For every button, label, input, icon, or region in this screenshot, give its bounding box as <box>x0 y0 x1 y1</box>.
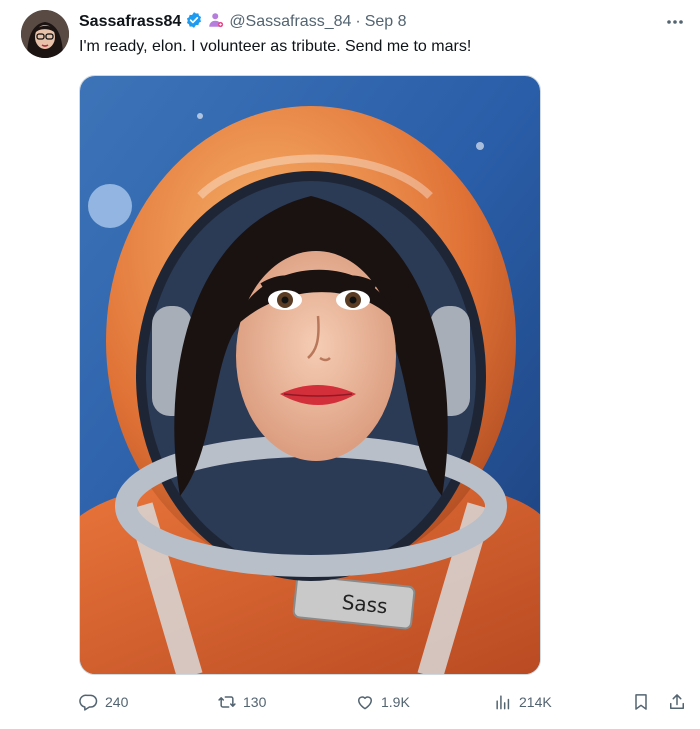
share-icon <box>667 692 687 712</box>
views-button[interactable]: 214K <box>493 690 552 714</box>
reply-icon <box>79 692 99 712</box>
tweet-text: I'm ready, elon. I volunteer as tribute.… <box>79 38 472 55</box>
views-icon <box>493 692 513 712</box>
retweet-button[interactable]: 130 <box>217 690 266 714</box>
like-button[interactable]: 1.9K <box>355 690 410 714</box>
tweet-action-bar: 240 130 1.9K 214K <box>79 690 689 714</box>
timestamp[interactable]: Sep 8 <box>365 13 407 31</box>
like-count: 1.9K <box>381 694 410 710</box>
tweet-header: Sassafrass84 @Sassafrass_84 · Sep 8 <box>79 11 407 34</box>
suit-name-badge: Sass <box>341 590 389 619</box>
retweet-count: 130 <box>243 694 267 710</box>
reply-button[interactable]: 240 <box>79 690 128 714</box>
display-name[interactable]: Sassafrass84 <box>79 13 181 31</box>
views-count: 214K <box>519 694 552 710</box>
bookmark-button[interactable] <box>631 690 651 714</box>
avatar[interactable] <box>21 10 69 58</box>
tweet-media-image[interactable]: Sass <box>79 75 541 675</box>
verified-badge-icon <box>185 11 203 34</box>
bookmark-icon <box>631 692 651 712</box>
handle[interactable]: @Sassafrass_84 <box>229 13 351 31</box>
reply-count: 240 <box>105 694 129 710</box>
share-button[interactable] <box>667 690 687 714</box>
separator: · <box>355 13 361 30</box>
retweet-icon <box>217 692 237 712</box>
more-options-icon[interactable] <box>664 12 686 32</box>
like-icon <box>355 692 375 712</box>
affiliate-person-icon <box>207 11 225 34</box>
